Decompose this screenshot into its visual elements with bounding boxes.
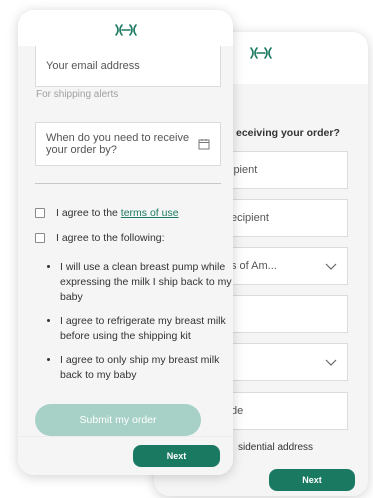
- terms-checkbox-row[interactable]: I agree to the terms of use: [35, 207, 179, 219]
- agreement-item: I will use a clean breast pump while exp…: [60, 260, 233, 305]
- zip-code-field[interactable]: de: [220, 392, 348, 430]
- calendar-icon[interactable]: [198, 138, 210, 150]
- logo-icon: [115, 24, 137, 36]
- recipient-last-name-field[interactable]: ecipient: [220, 199, 348, 237]
- section-divider: [35, 183, 221, 184]
- chevron-down-icon: [325, 359, 337, 366]
- chevron-down-icon: [325, 263, 337, 270]
- state-select[interactable]: [220, 343, 348, 381]
- agreement-item: I agree to only ship my breast milk back…: [60, 353, 233, 383]
- submit-order-button[interactable]: Submit my order: [35, 404, 201, 436]
- field-text: ipient: [231, 164, 258, 176]
- country-select[interactable]: s of Am...: [220, 247, 348, 285]
- terms-of-use-link[interactable]: terms of use: [121, 207, 179, 219]
- residential-address-label: sidential address: [238, 442, 314, 453]
- terms-checkbox[interactable]: [35, 208, 45, 218]
- field-text: ecipient: [231, 212, 269, 224]
- front-next-button[interactable]: Next: [133, 445, 220, 467]
- agree-following-checkbox-row[interactable]: I agree to the following:: [35, 232, 165, 244]
- date-placeholder: When do you need to receive your order b…: [46, 132, 190, 156]
- field-text: s of Am...: [231, 260, 277, 272]
- front-phone-screen: Your email address For shipping alerts W…: [18, 10, 233, 475]
- agree-following-checkbox[interactable]: [35, 233, 45, 243]
- email-hint: For shipping alerts: [36, 89, 119, 100]
- logo-icon: [250, 47, 272, 59]
- delivery-date-field[interactable]: When do you need to receive your order b…: [35, 122, 221, 166]
- back-next-button[interactable]: Next: [269, 469, 355, 491]
- back-heading: eceiving your order?: [236, 127, 340, 139]
- email-placeholder: Your email address: [46, 60, 140, 72]
- address-field[interactable]: [220, 295, 348, 333]
- email-field[interactable]: Your email address: [35, 46, 221, 87]
- agree-following-label: I agree to the following:: [56, 232, 165, 244]
- terms-prefix: I agree to the: [56, 207, 121, 219]
- agreement-item: I agree to refrigerate my breast milk be…: [60, 314, 233, 344]
- agreement-list: I will use a clean breast pump while exp…: [46, 260, 233, 392]
- recipient-first-name-field[interactable]: ipient: [220, 151, 348, 189]
